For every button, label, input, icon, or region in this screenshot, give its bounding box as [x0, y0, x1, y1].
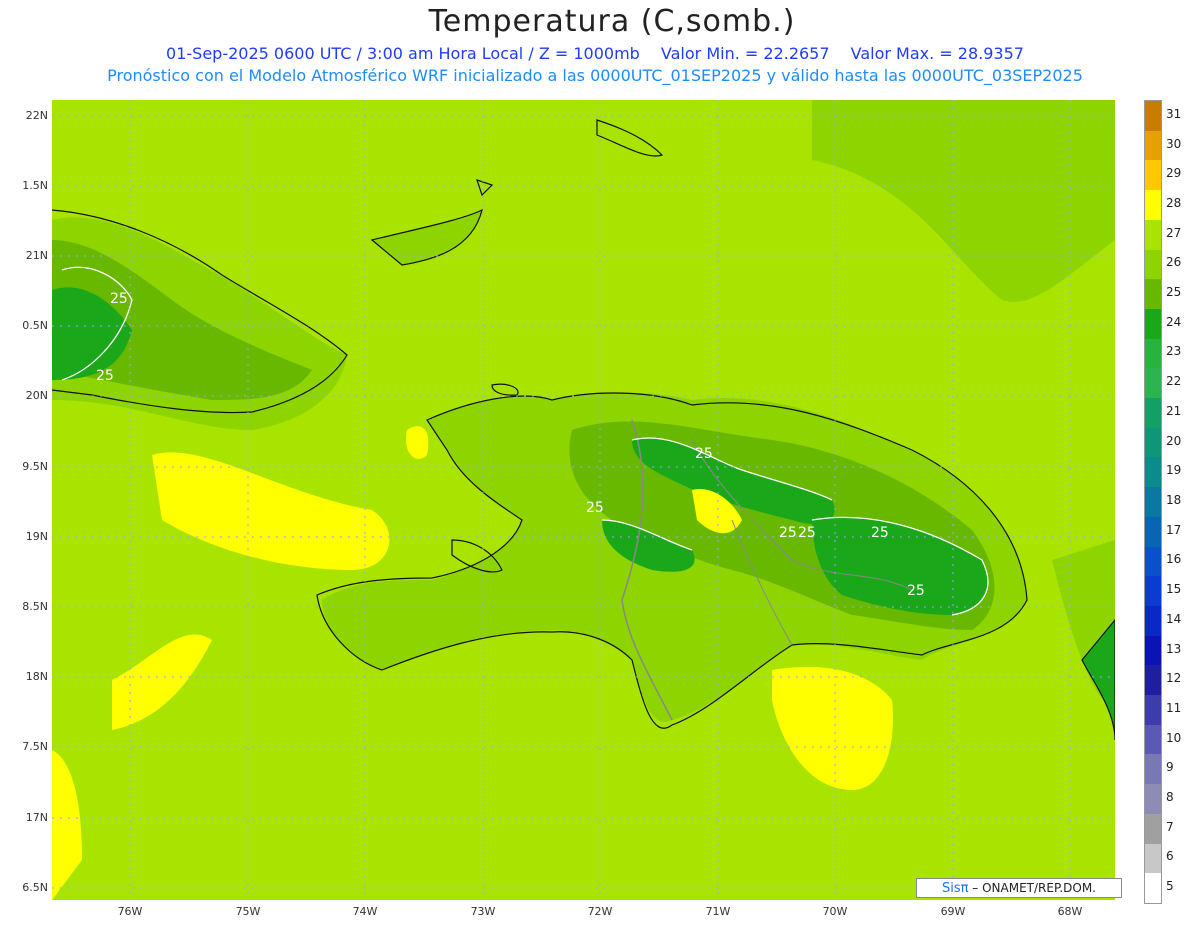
lat-label: 22N	[25, 109, 48, 122]
colorbar-label: 5	[1166, 879, 1174, 894]
contour-label: 25	[96, 368, 114, 384]
colorbar-label: 18	[1166, 493, 1182, 507]
colorbar-segment	[1145, 308, 1161, 340]
colorbar-label: 23	[1166, 344, 1182, 359]
subtitle-model: Pronóstico con el Modelo Atmosférico WRF…	[107, 66, 1083, 85]
colorbar-label: 17	[1166, 522, 1182, 537]
colorbar-segment	[1145, 160, 1161, 191]
subtitle-min: Valor Min. = 22.2657	[660, 44, 830, 63]
lon-label: 71W	[705, 905, 731, 918]
lon-label: 72W	[587, 905, 613, 918]
lat-label: 7.5N	[22, 740, 48, 753]
colorbar-label: 6	[1166, 849, 1174, 864]
colorbar-segment	[1145, 605, 1161, 637]
colorbar-segment	[1145, 576, 1161, 607]
colorbar-label: 9	[1166, 760, 1174, 775]
lat-label: 19N	[25, 530, 48, 543]
colorbar-label: 25	[1166, 285, 1182, 300]
colorbar-label: 27	[1166, 225, 1182, 240]
colorbar-label: 16	[1166, 552, 1182, 567]
colorbar-segment	[1145, 516, 1161, 548]
colorbar-segment	[1145, 843, 1161, 874]
credit-text: – ONAMET/REP.DOM.	[968, 881, 1096, 895]
colorbar-segment	[1145, 546, 1161, 577]
colorbar-segment	[1145, 813, 1161, 845]
colorbar-segment	[1145, 873, 1161, 904]
colorbar-label: 7	[1166, 819, 1174, 834]
lat-label: 20N	[25, 389, 48, 402]
colorbar-label: 14	[1166, 611, 1182, 626]
colorbar-segment	[1145, 130, 1161, 161]
colorbar-label: 19	[1166, 463, 1182, 478]
lat-label: 17N	[25, 811, 48, 824]
lat-label: 1.5N	[22, 179, 48, 192]
colorbar-segment	[1145, 219, 1161, 251]
colorbar-segment	[1145, 724, 1161, 755]
lon-label: 76W	[117, 905, 143, 918]
colorbar-label: 31	[1166, 106, 1182, 121]
lat-label: 18N	[25, 670, 48, 683]
colorbar-label: 8	[1166, 790, 1174, 805]
sispi-brand: Sisπ	[942, 881, 969, 896]
lat-label: 9.5N	[22, 460, 48, 473]
contour-label: 25	[779, 525, 797, 541]
contour-label: 25	[586, 500, 604, 516]
lon-label: 68W	[1057, 905, 1083, 918]
subtitle-date-line: 01-Sep-2025 0600 UTC / 3:00 am Hora Loca…	[0, 44, 1190, 63]
subtitle-max: Valor Max. = 28.9357	[850, 44, 1024, 63]
colorbar-segment	[1145, 101, 1161, 132]
lat-label: 8.5N	[22, 600, 48, 613]
lon-label: 73W	[470, 905, 496, 918]
colorbar-segment	[1145, 635, 1161, 666]
contour-label: 25	[798, 525, 816, 541]
lat-label: 6.5N	[22, 881, 48, 894]
colorbar-label: 22	[1166, 374, 1182, 389]
credit-box: Sisπ – ONAMET/REP.DOM.	[916, 878, 1122, 898]
colorbar-label: 10	[1166, 730, 1182, 745]
colorbar-segment	[1145, 487, 1161, 518]
lon-label: 74W	[352, 905, 378, 918]
colorbar-segment	[1145, 427, 1161, 458]
colorbar-segment	[1145, 279, 1161, 310]
colorbar-segment	[1145, 338, 1161, 369]
colorbar-label: 11	[1166, 700, 1182, 715]
colorbar-segment	[1145, 665, 1161, 696]
colorbar-label: 12	[1166, 671, 1182, 686]
colorbar-label: 15	[1166, 582, 1182, 597]
colorbar-label: 30	[1166, 136, 1182, 151]
colorbar-segment	[1145, 368, 1161, 399]
map-title: Temperatura (C,somb.)	[428, 4, 796, 39]
lon-label: 69W	[940, 905, 966, 918]
lat-label: 21N	[25, 249, 48, 262]
colorbar-label: 24	[1166, 314, 1182, 329]
subtitle-date: 01-Sep-2025 0600 UTC / 3:00 am Hora Loca…	[166, 44, 640, 63]
colorbar-label: 21	[1166, 403, 1182, 418]
colorbar-segment	[1145, 398, 1161, 429]
colorbar	[1144, 100, 1162, 904]
colorbar-segment	[1145, 249, 1161, 280]
lon-label: 75W	[235, 905, 261, 918]
colorbar-segment	[1145, 754, 1161, 785]
colorbar-label: 20	[1166, 433, 1182, 448]
colorbar-segment	[1145, 457, 1161, 488]
contour-label: 25	[871, 525, 889, 541]
colorbar-segment	[1145, 784, 1161, 815]
contour-label: 25	[110, 291, 128, 307]
contour-label: 25	[695, 446, 713, 462]
colorbar-label: 29	[1166, 166, 1182, 181]
colorbar-label: 26	[1166, 255, 1182, 270]
temperature-map: 25 25 25 25 25 25 25 25	[52, 100, 1115, 900]
colorbar-segment	[1145, 190, 1161, 221]
lat-label: 0.5N	[22, 319, 48, 332]
contour-label: 25	[907, 583, 925, 599]
colorbar-label: 13	[1166, 641, 1182, 656]
colorbar-label: 28	[1166, 195, 1182, 210]
colorbar-segment	[1145, 695, 1161, 726]
lon-label: 70W	[822, 905, 848, 918]
map-canvas: 25 25 25 25 25 25 25 25	[52, 100, 1115, 900]
